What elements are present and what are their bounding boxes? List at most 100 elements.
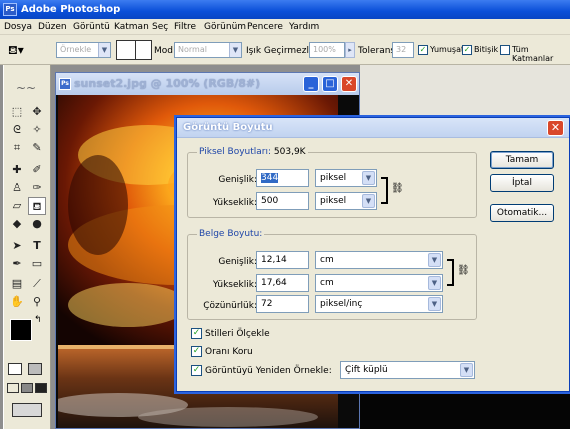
clone-stamp-tool-icon[interactable]: ♙ — [8, 179, 26, 197]
pattern-swatch[interactable] — [116, 40, 152, 60]
shape-tool-icon[interactable]: ▭ — [28, 255, 46, 273]
contiguous-checkbox[interactable]: ✓ — [462, 45, 472, 55]
dialog-title: Görüntü Boyutu — [183, 122, 273, 133]
lasso-tool-icon[interactable]: ᘓ — [8, 121, 26, 139]
menu-gorunum[interactable]: Görünüm — [204, 22, 246, 32]
eraser-tool-icon[interactable]: ▱ — [8, 197, 26, 215]
slice-tool-icon[interactable]: ✎ — [28, 139, 46, 157]
doc-width-unit-value: cm — [320, 255, 334, 265]
menu-duzen[interactable]: Düzen — [38, 22, 67, 32]
pixel-height-unit-select[interactable]: piksel ▼ — [315, 192, 377, 210]
dialog-close-icon[interactable]: ✕ — [547, 120, 564, 136]
resolution-label: Çözünürlük: — [203, 301, 257, 311]
paint-bucket-preset-icon[interactable]: ⛾▾ — [8, 42, 32, 58]
pixel-width-unit-select[interactable]: piksel ▼ — [315, 169, 377, 187]
opacity-input[interactable]: 100% — [309, 42, 345, 58]
workspace-dark-area — [360, 390, 570, 429]
resolution-unit-select[interactable]: piksel/inç ▼ — [315, 295, 443, 313]
chevron-down-icon: ▼ — [460, 363, 473, 377]
pixel-height-value: 500 — [261, 196, 279, 206]
menu-pencere[interactable]: Pencere — [247, 22, 283, 32]
history-brush-tool-icon[interactable]: ✑ — [28, 179, 46, 197]
magic-wand-tool-icon[interactable]: ✧ — [28, 121, 46, 139]
doc-height-label: Yükseklik: — [212, 280, 257, 290]
doc-height-input[interactable]: 17,64 — [256, 274, 309, 292]
doc-height-value: 17,64 — [261, 278, 287, 288]
brush-tool-icon[interactable]: ✐ — [28, 161, 46, 179]
scale-styles-checkbox[interactable]: ✓ — [191, 328, 202, 339]
resample-checkbox[interactable]: ✓ — [191, 365, 202, 376]
ok-button[interactable]: Tamam — [490, 151, 554, 169]
menu-sec[interactable]: Seç — [152, 22, 168, 32]
pattern-divider — [135, 41, 136, 59]
antialias-label: Yumuşat — [430, 45, 465, 54]
chevron-down-icon: ▼ — [428, 297, 441, 311]
mode-select[interactable]: Normal ▼ — [174, 42, 242, 58]
tolerance-value: 32 — [396, 45, 407, 54]
blur-tool-icon[interactable]: ◆ — [8, 215, 26, 233]
paint-bucket-tool-icon[interactable]: ⛾ — [28, 197, 46, 215]
marquee-tool-icon[interactable]: ⬚ — [8, 103, 26, 121]
hand-tool-icon[interactable]: ✋ — [8, 293, 26, 311]
screen-mode-standard-icon[interactable] — [7, 383, 19, 393]
notes-tool-icon[interactable]: ▤ — [8, 275, 26, 293]
quick-mask-icon[interactable] — [28, 363, 42, 375]
eyedropper-tool-icon[interactable]: ⟋ — [28, 275, 46, 293]
mode-value: Normal — [178, 45, 207, 54]
swap-colors-icon[interactable]: ↰ — [34, 315, 42, 325]
pixel-width-value: 344 — [261, 173, 279, 183]
pixel-width-label: Genişlik: — [218, 175, 257, 185]
menu-filtre[interactable]: Filtre — [174, 22, 196, 32]
menu-yardim[interactable]: Yardım — [289, 22, 319, 32]
foreground-color-swatch[interactable] — [10, 319, 32, 341]
antialias-checkbox[interactable]: ✓ — [418, 45, 428, 55]
auto-button[interactable]: Otomatik... — [490, 204, 554, 222]
pixel-height-input[interactable]: 500 — [256, 192, 309, 210]
dialog-titlebar[interactable]: Görüntü Boyutu — [177, 118, 569, 138]
close-icon[interactable]: ✕ — [341, 76, 357, 92]
feather-logo-icon: ~~ — [15, 81, 37, 95]
screen-mode-full-icon[interactable] — [35, 383, 47, 393]
constrain-proportions-checkbox[interactable]: ✓ — [191, 346, 202, 357]
chevron-down-icon: ▼ — [428, 253, 441, 267]
resolution-input[interactable]: 72 — [256, 295, 309, 313]
cancel-button[interactable]: İptal — [490, 174, 554, 192]
move-tool-icon[interactable]: ✥ — [28, 103, 46, 121]
all-layers-checkbox[interactable]: ✓ — [500, 45, 510, 55]
menu-dosya[interactable]: Dosya — [4, 22, 32, 32]
tolerance-input[interactable]: 32 — [392, 42, 414, 58]
pen-tool-icon[interactable]: ✒ — [8, 255, 26, 273]
contiguous-label: Bitişik — [474, 45, 499, 54]
zoom-tool-icon[interactable]: ⚲ — [28, 293, 46, 311]
doc-height-unit-value: cm — [320, 278, 334, 288]
menu-bar: Dosya Düzen Görüntü Katman Seç Filtre Gö… — [0, 19, 570, 35]
app-title-bar: Ps Adobe Photoshop — [0, 0, 570, 19]
pixel-dimensions-size: 503,9K — [273, 147, 306, 157]
menu-goruntu[interactable]: Görüntü — [73, 22, 110, 32]
pixel-width-input[interactable]: 344 — [256, 169, 309, 187]
resample-method-select[interactable]: Çift küplü ▼ — [340, 361, 475, 379]
image-window-titlebar[interactable]: Ps sunset2.jpg @ 100% (RGB/8#) _ □ ✕ — [56, 73, 359, 95]
chevron-down-icon: ▼ — [229, 43, 241, 57]
crop-tool-icon[interactable]: ⌗ — [8, 139, 26, 157]
path-selection-tool-icon[interactable]: ➤ — [8, 237, 26, 255]
doc-width-unit-select[interactable]: cm ▼ — [315, 251, 443, 269]
pixel-dimensions-title: Piksel Boyutları: — [199, 147, 272, 157]
doc-width-value: 12,14 — [261, 255, 287, 265]
dodge-tool-icon[interactable]: ● — [28, 215, 46, 233]
resolution-value: 72 — [261, 299, 273, 309]
type-tool-icon[interactable]: T — [28, 237, 46, 255]
opacity-arrow-icon[interactable]: ▸ — [345, 42, 355, 58]
chevron-down-icon: ▼ — [362, 194, 375, 208]
fill-source-select[interactable]: Örnekle ▼ — [56, 42, 111, 58]
healing-brush-tool-icon[interactable]: ✚ — [8, 161, 26, 179]
screen-mode-menubar-icon[interactable] — [21, 383, 33, 393]
maximize-icon[interactable]: □ — [322, 76, 338, 92]
chain-link-icon: ⛓ — [391, 183, 404, 194]
minimize-icon[interactable]: _ — [303, 76, 319, 92]
standard-mode-icon[interactable] — [8, 363, 22, 375]
menu-katman[interactable]: Katman — [114, 22, 149, 32]
imageready-jump-icon[interactable] — [12, 403, 42, 417]
doc-height-unit-select[interactable]: cm ▼ — [315, 274, 443, 292]
doc-width-input[interactable]: 12,14 — [256, 251, 309, 269]
